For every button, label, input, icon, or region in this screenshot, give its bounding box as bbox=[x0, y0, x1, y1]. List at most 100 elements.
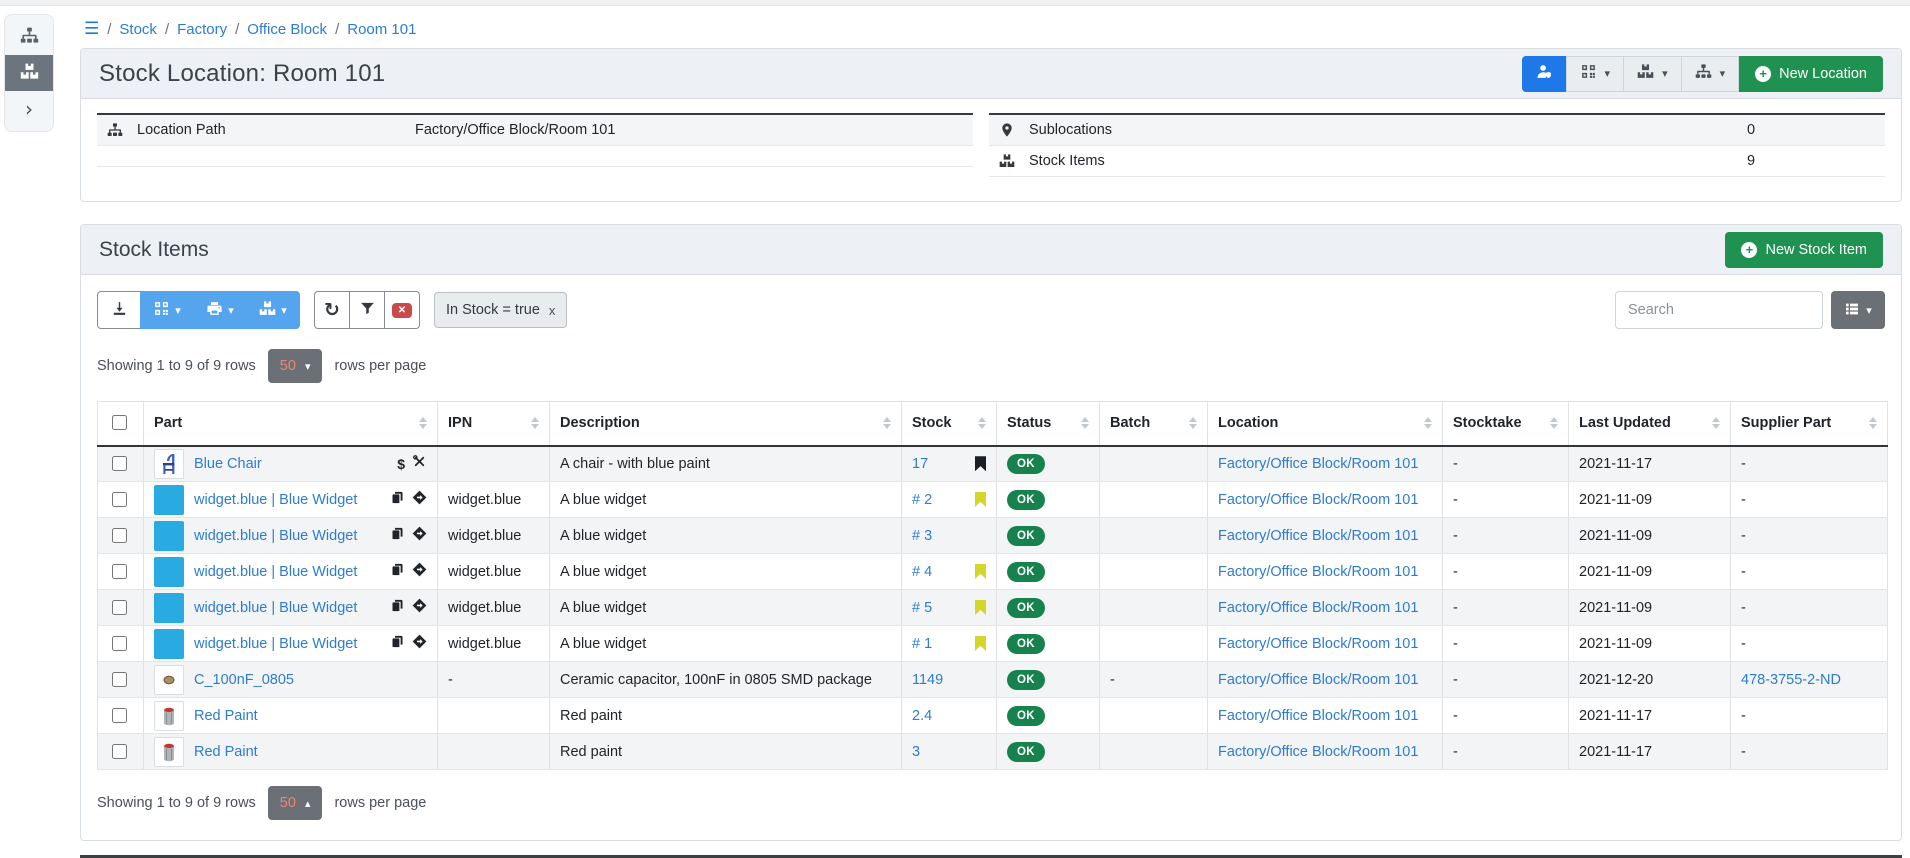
table-row: C_100nF_0805-Ceramic capacitor, 100nF in… bbox=[98, 662, 1888, 698]
new-stock-item-button[interactable]: + New Stock Item bbox=[1725, 232, 1883, 268]
part-link[interactable]: Blue Chair bbox=[194, 456, 262, 472]
supplier-part-cell: - bbox=[1731, 482, 1888, 518]
download-button[interactable] bbox=[97, 291, 141, 329]
row-checkbox[interactable] bbox=[112, 600, 127, 615]
location-link[interactable]: Factory/Office Block/Room 101 bbox=[1218, 600, 1418, 616]
row-checkbox[interactable] bbox=[112, 528, 127, 543]
stock-quantity-link[interactable]: 3 bbox=[912, 744, 920, 760]
sidebar-expand-button[interactable]: › bbox=[5, 91, 53, 127]
top-strip bbox=[0, 0, 1910, 6]
location-link[interactable]: Factory/Office Block/Room 101 bbox=[1218, 564, 1418, 580]
info-row-location-path: Location PathFactory/Office Block/Room 1… bbox=[97, 115, 973, 146]
row-checkbox[interactable] bbox=[112, 708, 127, 723]
description-cell: A blue widget bbox=[550, 518, 902, 554]
widget-thumbnail[interactable] bbox=[154, 629, 184, 659]
sidebar-item-stock-items[interactable] bbox=[5, 55, 53, 91]
widget-thumbnail[interactable] bbox=[154, 593, 184, 623]
part-link[interactable]: widget.blue | Blue Widget bbox=[194, 600, 357, 616]
select-all-checkbox[interactable] bbox=[112, 415, 127, 430]
sidebar: › bbox=[4, 14, 54, 132]
location-link[interactable]: Factory/Office Block/Room 101 bbox=[1218, 528, 1418, 544]
location-link[interactable]: Factory/Office Block/Room 101 bbox=[1218, 708, 1418, 724]
part-link[interactable]: Red Paint bbox=[194, 744, 258, 760]
column-header-batch[interactable]: Batch bbox=[1100, 402, 1208, 446]
location-link[interactable]: Factory/Office Block/Room 101 bbox=[1218, 456, 1418, 472]
breadcrumb-link-office-block[interactable]: Office Block bbox=[247, 21, 327, 38]
column-header-description[interactable]: Description bbox=[550, 402, 902, 446]
row-checkbox[interactable] bbox=[112, 456, 127, 471]
barcode-actions-button[interactable]: ▾ bbox=[1566, 56, 1625, 92]
batch-cell bbox=[1100, 446, 1208, 482]
stock-actions-button[interactable]: ▾ bbox=[1623, 56, 1682, 92]
page-size-button[interactable]: 50 ▴ bbox=[268, 786, 323, 820]
column-header-ipn[interactable]: IPN bbox=[438, 402, 550, 446]
stock-quantity-link[interactable]: # 1 bbox=[912, 636, 932, 652]
paint-thumbnail[interactable] bbox=[154, 737, 184, 767]
stock-options-button[interactable]: ▾ bbox=[246, 291, 300, 329]
location-link[interactable]: Factory/Office Block/Room 101 bbox=[1218, 636, 1418, 652]
barcode-scan-button[interactable]: ▾ bbox=[140, 291, 194, 329]
batch-cell bbox=[1100, 734, 1208, 770]
batch-cell bbox=[1100, 518, 1208, 554]
paint-thumbnail[interactable] bbox=[154, 701, 184, 731]
table-header-row: PartIPNDescriptionStockStatusBatchLocati… bbox=[98, 402, 1888, 446]
widget-thumbnail[interactable] bbox=[154, 521, 184, 551]
stock-quantity-link[interactable]: 17 bbox=[912, 456, 928, 472]
row-checkbox[interactable] bbox=[112, 744, 127, 759]
location-link[interactable]: Factory/Office Block/Room 101 bbox=[1218, 744, 1418, 760]
column-header-last-updated[interactable]: Last Updated bbox=[1569, 402, 1731, 446]
column-header-supplier-part[interactable]: Supplier Part bbox=[1731, 402, 1888, 446]
part-link[interactable]: widget.blue | Blue Widget bbox=[194, 492, 357, 508]
ipn-cell: widget.blue bbox=[438, 626, 550, 662]
breadcrumb-link-stock[interactable]: Stock bbox=[119, 21, 157, 38]
boxes-icon bbox=[259, 300, 276, 320]
location-link[interactable]: Factory/Office Block/Room 101 bbox=[1218, 492, 1418, 508]
capacitor-thumbnail[interactable] bbox=[154, 665, 184, 695]
column-header-stocktake[interactable]: Stocktake bbox=[1443, 402, 1569, 446]
location-cell: Factory/Office Block/Room 101 bbox=[1208, 446, 1443, 482]
part-link[interactable]: widget.blue | Blue Widget bbox=[194, 528, 357, 544]
stock-quantity-link[interactable]: # 5 bbox=[912, 600, 932, 616]
page-size-button[interactable]: 50 ▾ bbox=[268, 349, 323, 383]
stock-quantity-link[interactable]: 1149 bbox=[912, 672, 943, 688]
stock-quantity-link[interactable]: # 2 bbox=[912, 492, 932, 508]
supplier-part-link[interactable]: 478-3755-2-ND bbox=[1741, 672, 1841, 688]
stock-quantity-link[interactable]: 2.4 bbox=[912, 708, 932, 724]
part-link[interactable]: widget.blue | Blue Widget bbox=[194, 636, 357, 652]
sort-icon bbox=[1418, 417, 1432, 429]
sidebar-item-location-tree[interactable] bbox=[5, 19, 53, 55]
search-input[interactable] bbox=[1615, 291, 1823, 329]
sort-icon bbox=[1706, 417, 1720, 429]
column-header-location[interactable]: Location bbox=[1208, 402, 1443, 446]
location-options-button[interactable]: ▾ bbox=[1681, 56, 1740, 92]
chair-thumbnail[interactable] bbox=[154, 449, 184, 479]
admin-button[interactable] bbox=[1522, 56, 1567, 92]
widget-thumbnail[interactable] bbox=[154, 485, 184, 515]
part-link[interactable]: widget.blue | Blue Widget bbox=[194, 564, 357, 580]
breadcrumb-link-factory[interactable]: Factory bbox=[177, 21, 227, 38]
column-header-stock[interactable]: Stock bbox=[902, 402, 997, 446]
menu-icon[interactable]: ☰ bbox=[84, 19, 99, 39]
new-location-button[interactable]: + New Location bbox=[1739, 56, 1883, 92]
row-checkbox[interactable] bbox=[112, 564, 127, 579]
filter-button[interactable] bbox=[349, 291, 385, 329]
stock-quantity-link[interactable]: # 3 bbox=[912, 528, 932, 544]
widget-thumbnail[interactable] bbox=[154, 557, 184, 587]
refresh-button[interactable]: ↻ bbox=[314, 291, 350, 329]
stock-quantity-link[interactable]: # 4 bbox=[912, 564, 932, 580]
breadcrumb-link-room-101[interactable]: Room 101 bbox=[347, 21, 416, 38]
print-button[interactable]: ▾ bbox=[193, 291, 247, 329]
column-visibility-button[interactable]: ▾ bbox=[1831, 291, 1885, 329]
clear-filters-button[interactable]: ✕ bbox=[384, 291, 420, 329]
column-header-part[interactable]: Part bbox=[144, 402, 438, 446]
location-link[interactable]: Factory/Office Block/Room 101 bbox=[1218, 672, 1418, 688]
info-empty-row bbox=[97, 146, 973, 167]
ipn-cell: - bbox=[438, 662, 550, 698]
row-checkbox[interactable] bbox=[112, 672, 127, 687]
row-checkbox[interactable] bbox=[112, 492, 127, 507]
row-checkbox[interactable] bbox=[112, 636, 127, 651]
part-link[interactable]: C_100nF_0805 bbox=[194, 672, 294, 688]
remove-filter-icon[interactable]: x bbox=[549, 303, 556, 318]
part-link[interactable]: Red Paint bbox=[194, 708, 258, 724]
column-header-status[interactable]: Status bbox=[997, 402, 1100, 446]
